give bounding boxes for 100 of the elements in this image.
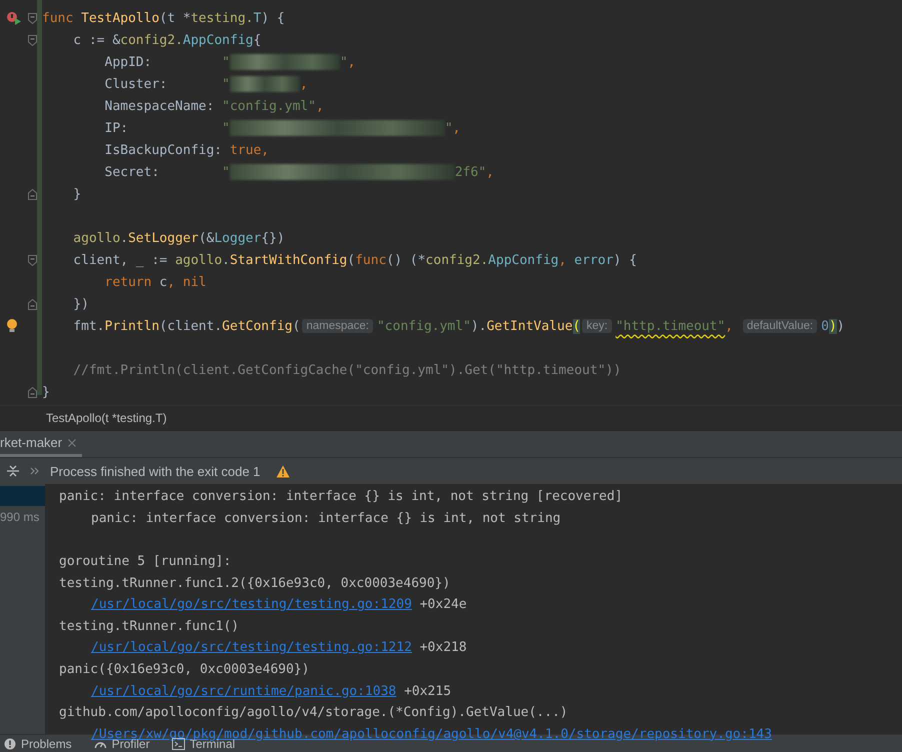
code-token: ( [292, 318, 300, 334]
code-token: ( [347, 252, 356, 268]
console-text: panic: interface conversion: interface {} is int, not string [recovered] [59, 489, 623, 504]
code-token: ). [470, 318, 487, 334]
code-token: SetLogger [128, 230, 199, 246]
code-token: " [222, 120, 230, 136]
code-token: "config.yml" [376, 318, 471, 334]
fold-icon[interactable] [28, 34, 37, 46]
file-link[interactable]: /usr/local/go/src/testing/testing.go:1209 [91, 597, 412, 612]
double-chevron-icon[interactable] [30, 467, 40, 475]
code-token: ) { [613, 252, 637, 268]
console-text: github.com/apolloconfig/agollo/v4/storage.(*Config).GetValue(...) [59, 705, 568, 720]
code-token: true, [230, 142, 269, 158]
code-token: error [574, 252, 614, 268]
parameter-hint: defaultValue: [742, 319, 818, 333]
fold-icon[interactable] [28, 386, 37, 398]
parameter-hint: key: [582, 319, 612, 333]
code-token: (& [198, 230, 214, 246]
redacted-blur [230, 76, 300, 92]
code-token: Cluster: [104, 76, 168, 92]
code-token: Println [104, 318, 160, 334]
code-token: TestApollo [81, 10, 160, 26]
code-token: AppID: [104, 54, 153, 70]
code-token: () (* [386, 252, 426, 268]
debug-run-icon[interactable] [6, 11, 22, 25]
code-token: , [558, 252, 568, 268]
code-token: , [348, 54, 356, 70]
code-token: GetConfig [222, 318, 292, 334]
code-token: }) [72, 296, 89, 312]
code-token: func [42, 10, 74, 26]
code-token: ) { [261, 10, 285, 26]
fold-icon[interactable] [28, 12, 37, 24]
code-token: " [444, 120, 453, 136]
code-token: c := & [72, 32, 120, 48]
code-token: IsBackupConfig: [104, 142, 224, 158]
console-text: testing.tRunner.func1() [59, 618, 240, 634]
code-token: agollo [72, 230, 120, 246]
code-token: , [300, 76, 308, 92]
process-status: Process finished with the exit code 1 [50, 464, 260, 478]
code-token: } [42, 384, 50, 400]
code-token: . [120, 230, 128, 246]
code-token: StartWithConfig [230, 252, 348, 268]
code-token: config2. [120, 32, 183, 48]
tool-window-button[interactable]: Problems [4, 737, 72, 751]
code-token: agollo [175, 252, 222, 268]
code-token: , [486, 164, 494, 180]
code-token: , nil [167, 274, 206, 290]
code-token: , [316, 98, 324, 114]
code-token: "http.timeout" [616, 318, 726, 334]
collapse-icon[interactable] [6, 464, 20, 478]
console-text: testing.tRunner.func1.2({0x16e93c0, 0xc0003e4690}) [59, 576, 450, 591]
warning-icon [276, 464, 290, 478]
code-token: "config.yml" [222, 98, 316, 114]
code-token: testing. [190, 10, 254, 26]
console-text: panic: interface conversion: interface {} is int, not string [91, 510, 561, 526]
code-token: ) [828, 318, 837, 334]
code-token: Logger [214, 230, 262, 246]
test-duration: 990 ms [0, 509, 40, 524]
code-token: Secret: [104, 164, 160, 180]
lightbulb-icon[interactable] [6, 318, 18, 334]
console-text: goroutine 5 [running]: [59, 554, 232, 570]
code-token: IP: [104, 120, 130, 136]
console-text: +0x218 [418, 640, 467, 656]
breadcrumb[interactable]: TestApollo(t *testing.T) [46, 411, 167, 425]
fold-icon[interactable] [28, 188, 37, 200]
code-token: (t * [159, 10, 191, 26]
code-token: ) [836, 318, 845, 334]
code-token: " [222, 164, 230, 180]
code-token: config2. [426, 252, 488, 268]
console-text: +0x24e [418, 597, 467, 612]
file-link[interactable]: /usr/local/go/src/runtime/panic.go:1038 [91, 684, 396, 699]
console-text: +0x215 [403, 684, 452, 699]
parameter-hint: namespace: [302, 319, 373, 333]
code-token: " [340, 54, 348, 70]
close-icon[interactable] [68, 438, 76, 446]
fold-icon[interactable] [28, 254, 37, 266]
code-token: { [253, 32, 262, 48]
code-token: " [222, 54, 230, 70]
code-token: ( [572, 318, 580, 334]
file-link[interactable]: /Users/xw/go/pkg/mod/github.com/apolloconfig/agollo/v4@v4.1.0/storage/repository.go:143 [91, 726, 772, 742]
code-token: fmt. [72, 318, 105, 334]
code-token: //fmt.Println(client.GetConfigCache("config.yml").Get("http.timeout")) [72, 362, 622, 378]
file-link[interactable]: /usr/local/go/src/testing/testing.go:1212 [91, 640, 412, 656]
code-token: , [725, 318, 734, 334]
code-token: 2f6" [454, 164, 486, 180]
code-token: NamespaceName: [104, 98, 216, 114]
code-token: , [452, 120, 460, 136]
fold-icon[interactable] [28, 298, 37, 310]
code-token: T [253, 10, 262, 26]
code-token: (client. [159, 318, 222, 334]
code-token: client, _ := [72, 252, 168, 268]
code-token: . [222, 252, 230, 268]
code-token: AppConfig [182, 32, 254, 48]
code-token: " [222, 76, 230, 92]
code-token: } [72, 186, 82, 202]
code-token: GetIntValue [486, 318, 573, 334]
code-token: return [104, 274, 153, 290]
code-token: func [355, 252, 386, 268]
console-text: panic({0x16e93c0, 0xc0003e4690}) [59, 662, 310, 678]
code-token: 0 [821, 318, 829, 334]
